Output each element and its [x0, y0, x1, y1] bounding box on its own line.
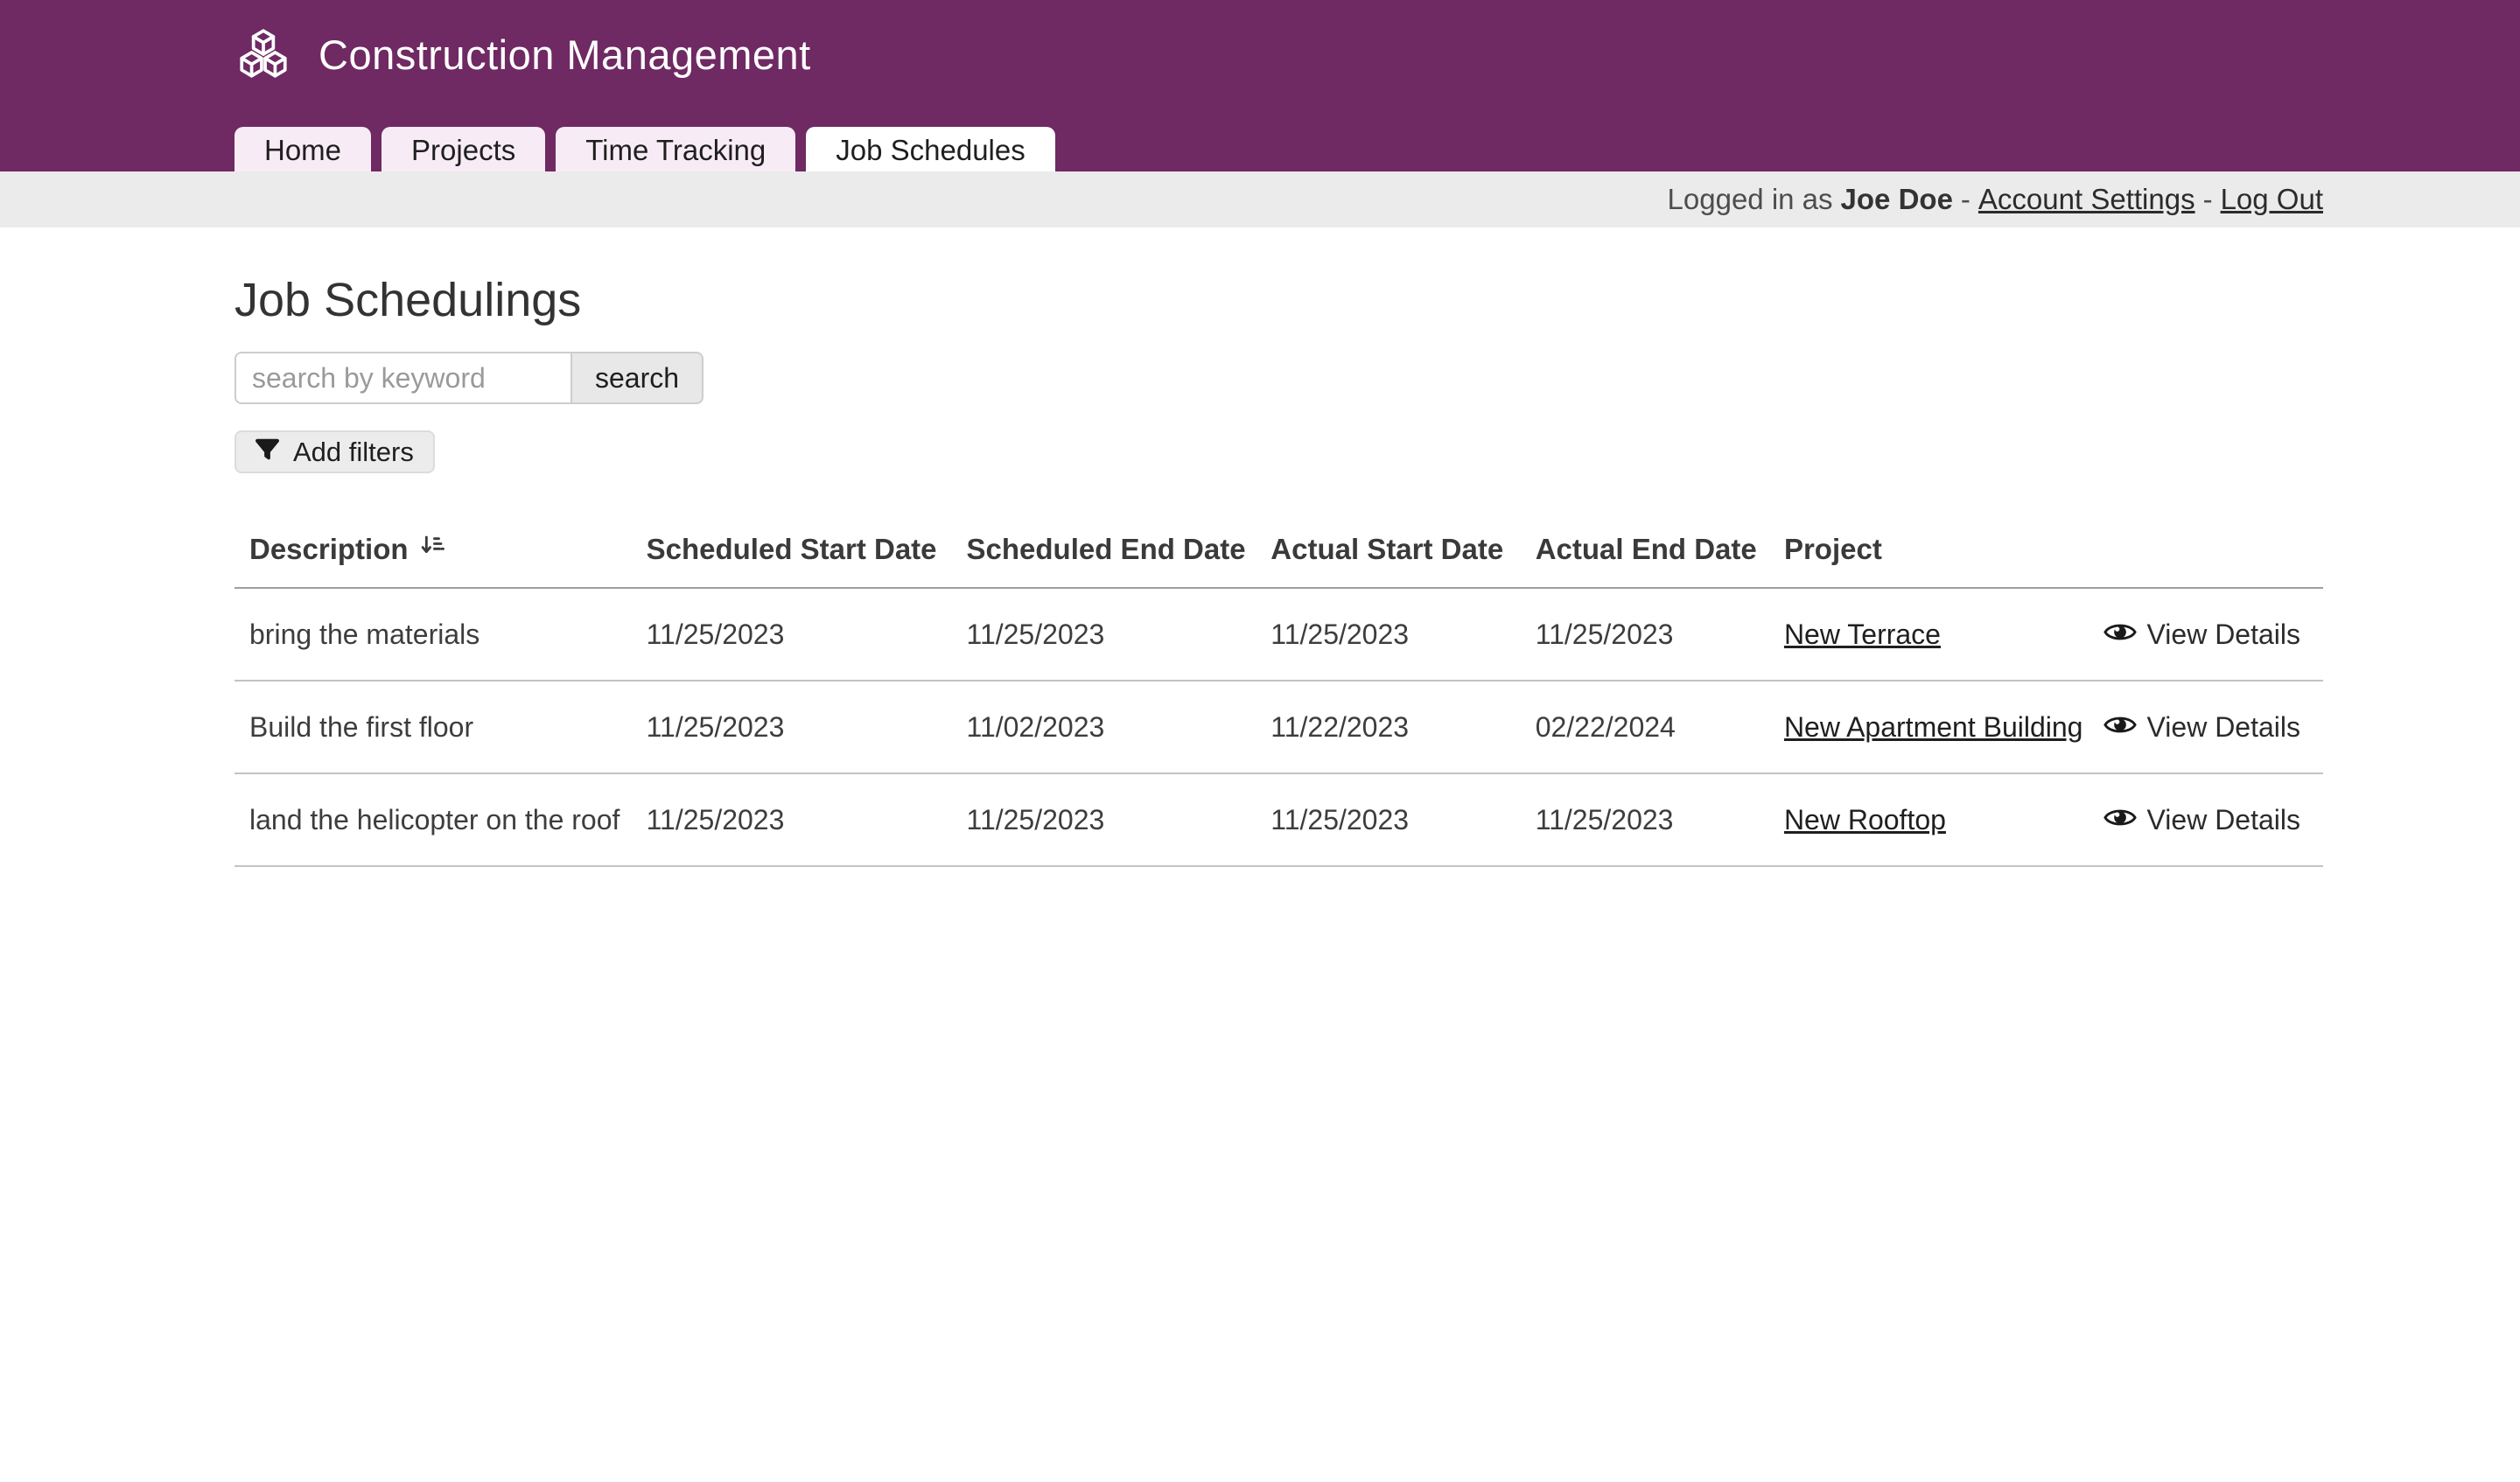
- cell-scheduled-end: 11/02/2023: [952, 681, 1256, 773]
- column-header-scheduled-end[interactable]: Scheduled End Date: [952, 512, 1256, 588]
- cell-actual-end: 11/25/2023: [1521, 588, 1769, 681]
- cell-actual-start: 11/25/2023: [1256, 773, 1520, 866]
- view-details-link[interactable]: View Details: [2124, 711, 2300, 744]
- separator: -: [2203, 183, 2213, 216]
- tab-projects[interactable]: Projects: [382, 127, 545, 171]
- cell-actions: View Details: [2109, 681, 2323, 773]
- cell-scheduled-end: 11/25/2023: [952, 588, 1256, 681]
- cell-actual-end: 11/25/2023: [1521, 773, 1769, 866]
- eye-icon: [2104, 619, 2137, 651]
- cubes-icon: [234, 28, 292, 80]
- column-header-actual-start[interactable]: Actual Start Date: [1256, 512, 1520, 588]
- app-title: Construction Management: [318, 31, 811, 79]
- job-schedules-table: Description Scheduled Start Dat: [234, 512, 2323, 867]
- log-out-link[interactable]: Log Out: [2221, 183, 2323, 216]
- main-nav: Home Projects Time Tracking Job Schedule…: [234, 127, 1055, 171]
- main-content: Job Schedulings search Add filters Descr…: [0, 273, 2520, 867]
- username: Joe Doe: [1841, 183, 1953, 216]
- search-input[interactable]: [234, 352, 572, 404]
- view-details-link[interactable]: View Details: [2124, 619, 2300, 651]
- eye-icon: [2104, 804, 2137, 836]
- table-row: land the helicopter on the roof 11/25/20…: [234, 773, 2323, 866]
- cell-project: New Terrace: [1769, 588, 2109, 681]
- table-header-row: Description Scheduled Start Dat: [234, 512, 2323, 588]
- add-filters-label: Add filters: [293, 437, 414, 468]
- cell-actions: View Details: [2109, 588, 2323, 681]
- view-details-link[interactable]: View Details: [2124, 804, 2300, 836]
- add-filters-button[interactable]: Add filters: [234, 430, 435, 473]
- column-header-scheduled-start[interactable]: Scheduled Start Date: [632, 512, 952, 588]
- cell-actual-end: 02/22/2024: [1521, 681, 1769, 773]
- cell-actions: View Details: [2109, 773, 2323, 866]
- cell-scheduled-start: 11/25/2023: [632, 588, 952, 681]
- app-header: Construction Management Home Projects Ti…: [0, 0, 2520, 171]
- view-details-label: View Details: [2147, 711, 2300, 744]
- sort-amount-down-icon[interactable]: [419, 533, 445, 566]
- cell-actual-start: 11/25/2023: [1256, 588, 1520, 681]
- cell-project: New Rooftop: [1769, 773, 2109, 866]
- page-title: Job Schedulings: [234, 273, 2323, 327]
- user-bar: Logged in as Joe Doe - Account Settings …: [0, 171, 2520, 227]
- cell-scheduled-start: 11/25/2023: [632, 681, 952, 773]
- tab-time-tracking[interactable]: Time Tracking: [556, 127, 795, 171]
- column-header-project[interactable]: Project: [1769, 512, 2109, 588]
- search-button[interactable]: search: [570, 352, 704, 404]
- cell-description: bring the materials: [234, 588, 632, 681]
- column-header-actions: [2109, 512, 2323, 588]
- cell-description: land the helicopter on the roof: [234, 773, 632, 866]
- column-header-actual-end[interactable]: Actual End Date: [1521, 512, 1769, 588]
- project-link[interactable]: New Rooftop: [1784, 804, 1946, 835]
- separator: -: [1961, 183, 1970, 216]
- logged-in-label: Logged in as: [1668, 183, 1833, 216]
- cell-actual-start: 11/22/2023: [1256, 681, 1520, 773]
- table-row: Build the first floor 11/25/2023 11/02/2…: [234, 681, 2323, 773]
- project-link[interactable]: New Apartment Building: [1784, 711, 2083, 743]
- project-link[interactable]: New Terrace: [1784, 619, 1941, 650]
- tab-home[interactable]: Home: [234, 127, 371, 171]
- view-details-label: View Details: [2147, 804, 2300, 836]
- eye-icon: [2104, 711, 2137, 744]
- brand: Construction Management: [0, 0, 2520, 80]
- tab-job-schedules[interactable]: Job Schedules: [806, 127, 1054, 171]
- filters-row: Add filters: [234, 430, 2323, 473]
- column-header-description[interactable]: Description: [234, 512, 632, 588]
- account-settings-link[interactable]: Account Settings: [1978, 183, 2195, 216]
- funnel-icon: [256, 437, 279, 468]
- table-row: bring the materials 11/25/2023 11/25/202…: [234, 588, 2323, 681]
- view-details-label: View Details: [2147, 619, 2300, 651]
- search-row: search: [234, 352, 2323, 404]
- cell-project: New Apartment Building: [1769, 681, 2109, 773]
- cell-scheduled-end: 11/25/2023: [952, 773, 1256, 866]
- cell-description: Build the first floor: [234, 681, 632, 773]
- cell-scheduled-start: 11/25/2023: [632, 773, 952, 866]
